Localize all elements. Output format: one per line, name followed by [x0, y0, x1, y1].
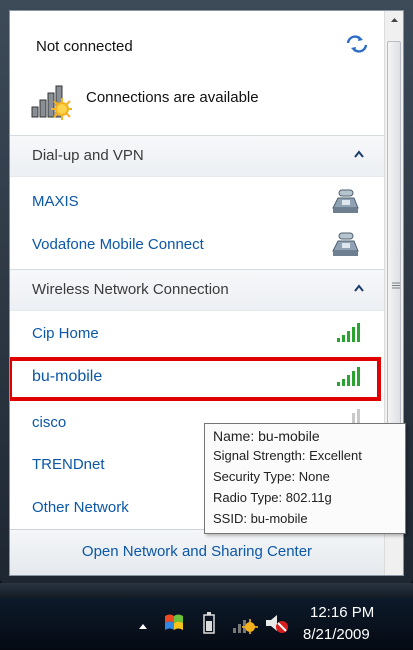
clock-date[interactable]: 8/21/2009 — [303, 626, 370, 643]
tray-flag-icon[interactable] — [162, 611, 186, 635]
section-dialup-header[interactable]: Dial-up and VPN — [10, 135, 384, 177]
signal-bars-icon — [337, 323, 360, 342]
section-label: Wireless Network Connection — [32, 281, 229, 298]
wireless-item-bu-mobile[interactable]: bu-mobile — [32, 368, 102, 386]
tooltip-radio: Radio Type: 802.11g — [213, 490, 332, 505]
refresh-icon[interactable] — [344, 33, 370, 55]
dialup-phone-icon — [332, 232, 359, 256]
tray-volume-muted-icon[interactable] — [264, 612, 290, 634]
tooltip-signal: Signal Strength: Excellent — [213, 448, 362, 463]
network-tooltip: Name: bu-mobile Signal Strength: Excelle… — [204, 423, 406, 534]
connection-item-maxis[interactable]: MAXIS — [32, 193, 79, 210]
tooltip-ssid: SSID: bu-mobile — [213, 511, 308, 526]
section-label: Dial-up and VPN — [32, 147, 144, 164]
collapse-caret-icon[interactable] — [354, 150, 364, 158]
grip-icon — [392, 282, 400, 289]
open-network-sharing-center-link[interactable]: Open Network and Sharing Center — [10, 543, 384, 560]
availability-text: Connections are available — [86, 89, 259, 106]
tray-network-icon[interactable] — [232, 614, 258, 634]
tooltip-security: Security Type: None — [213, 469, 330, 484]
connection-item-vodafone[interactable]: Vodafone Mobile Connect — [32, 236, 204, 253]
dialup-phone-icon — [332, 189, 359, 213]
tray-chevron-icon[interactable] — [138, 622, 148, 630]
wireless-item-cisco[interactable]: cisco — [32, 414, 66, 431]
clock-time[interactable]: 12:16 PM — [310, 604, 374, 621]
wireless-item-trendnet[interactable]: TRENDnet — [32, 456, 105, 473]
scroll-up-icon[interactable] — [385, 11, 404, 30]
network-status-icon — [31, 85, 72, 120]
signal-bars-icon — [337, 367, 360, 386]
section-wireless-header[interactable]: Wireless Network Connection — [10, 269, 384, 311]
tray-battery-icon[interactable] — [203, 612, 215, 634]
wireless-item-other-network[interactable]: Other Network — [32, 499, 129, 516]
connection-status: Not connected — [36, 38, 133, 55]
desktop-strip — [0, 583, 413, 598]
wireless-item-cip-home[interactable]: Cip Home — [32, 325, 99, 342]
flyout-footer: Open Network and Sharing Center — [10, 529, 384, 575]
scrollbar-thumb[interactable] — [387, 41, 401, 461]
network-flyout-frame: Not connected Connections are available … — [0, 0, 413, 583]
collapse-caret-icon[interactable] — [354, 284, 364, 292]
tooltip-name: Name: bu-mobile — [213, 428, 320, 444]
taskbar: 12:16 PM 8/21/2009 — [0, 598, 413, 650]
